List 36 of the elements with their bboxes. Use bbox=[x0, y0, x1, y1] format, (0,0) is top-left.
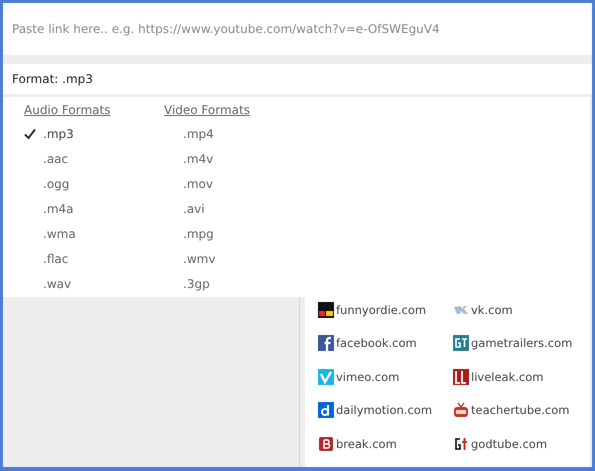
site-link[interactable]: vk.com bbox=[471, 302, 513, 317]
format-option[interactable]: .mp3 bbox=[43, 126, 74, 140]
format-option[interactable]: .mov bbox=[183, 176, 213, 190]
facebook-logo-icon bbox=[318, 335, 334, 352]
group-heading: Audio Formats bbox=[24, 103, 110, 117]
format-option[interactable]: .wmv bbox=[183, 252, 216, 266]
godtube-logo-icon bbox=[453, 436, 469, 452]
gametrailers-logo-icon bbox=[453, 335, 469, 352]
format-option[interactable]: .wav bbox=[43, 276, 72, 290]
break-logo-icon bbox=[318, 436, 334, 452]
format-option[interactable]: .avi bbox=[183, 202, 205, 216]
site-link[interactable]: liveleak.com bbox=[471, 370, 544, 384]
site-link[interactable]: facebook.com bbox=[336, 336, 417, 350]
format-option[interactable]: .mp4 bbox=[183, 126, 214, 140]
format-option[interactable]: .3gp bbox=[183, 276, 210, 290]
format-option[interactable]: .ogg bbox=[43, 176, 70, 190]
site-link[interactable]: dailymotion.com bbox=[336, 403, 432, 418]
site-link[interactable]: vimeo.com bbox=[336, 370, 400, 384]
group-heading: Video Formats bbox=[164, 103, 250, 117]
funny-face-icon bbox=[318, 302, 334, 318]
site-link[interactable]: gametrailers.com bbox=[471, 336, 572, 350]
tv-icon bbox=[453, 402, 469, 418]
format-option[interactable]: .m4v bbox=[183, 152, 214, 166]
format-option[interactable]: .aac bbox=[43, 152, 68, 166]
format-option[interactable]: .wma bbox=[43, 226, 76, 240]
site-link[interactable]: godtube.com bbox=[471, 436, 548, 451]
format-option[interactable]: .flac bbox=[43, 252, 68, 266]
site-link[interactable]: break.com bbox=[336, 436, 397, 451]
site-link[interactable]: funnyordie.com bbox=[336, 302, 426, 317]
vimeo-logo-icon bbox=[318, 368, 334, 385]
dailymotion-logo-icon bbox=[318, 402, 334, 418]
site-link[interactable]: teachertube.com bbox=[471, 403, 570, 418]
liveleak-logo-icon bbox=[453, 368, 469, 385]
format-option[interactable]: .m4a bbox=[43, 202, 74, 216]
format-selector[interactable]: Format: .mp3 bbox=[12, 72, 93, 86]
format-option[interactable]: .mpg bbox=[183, 226, 214, 240]
